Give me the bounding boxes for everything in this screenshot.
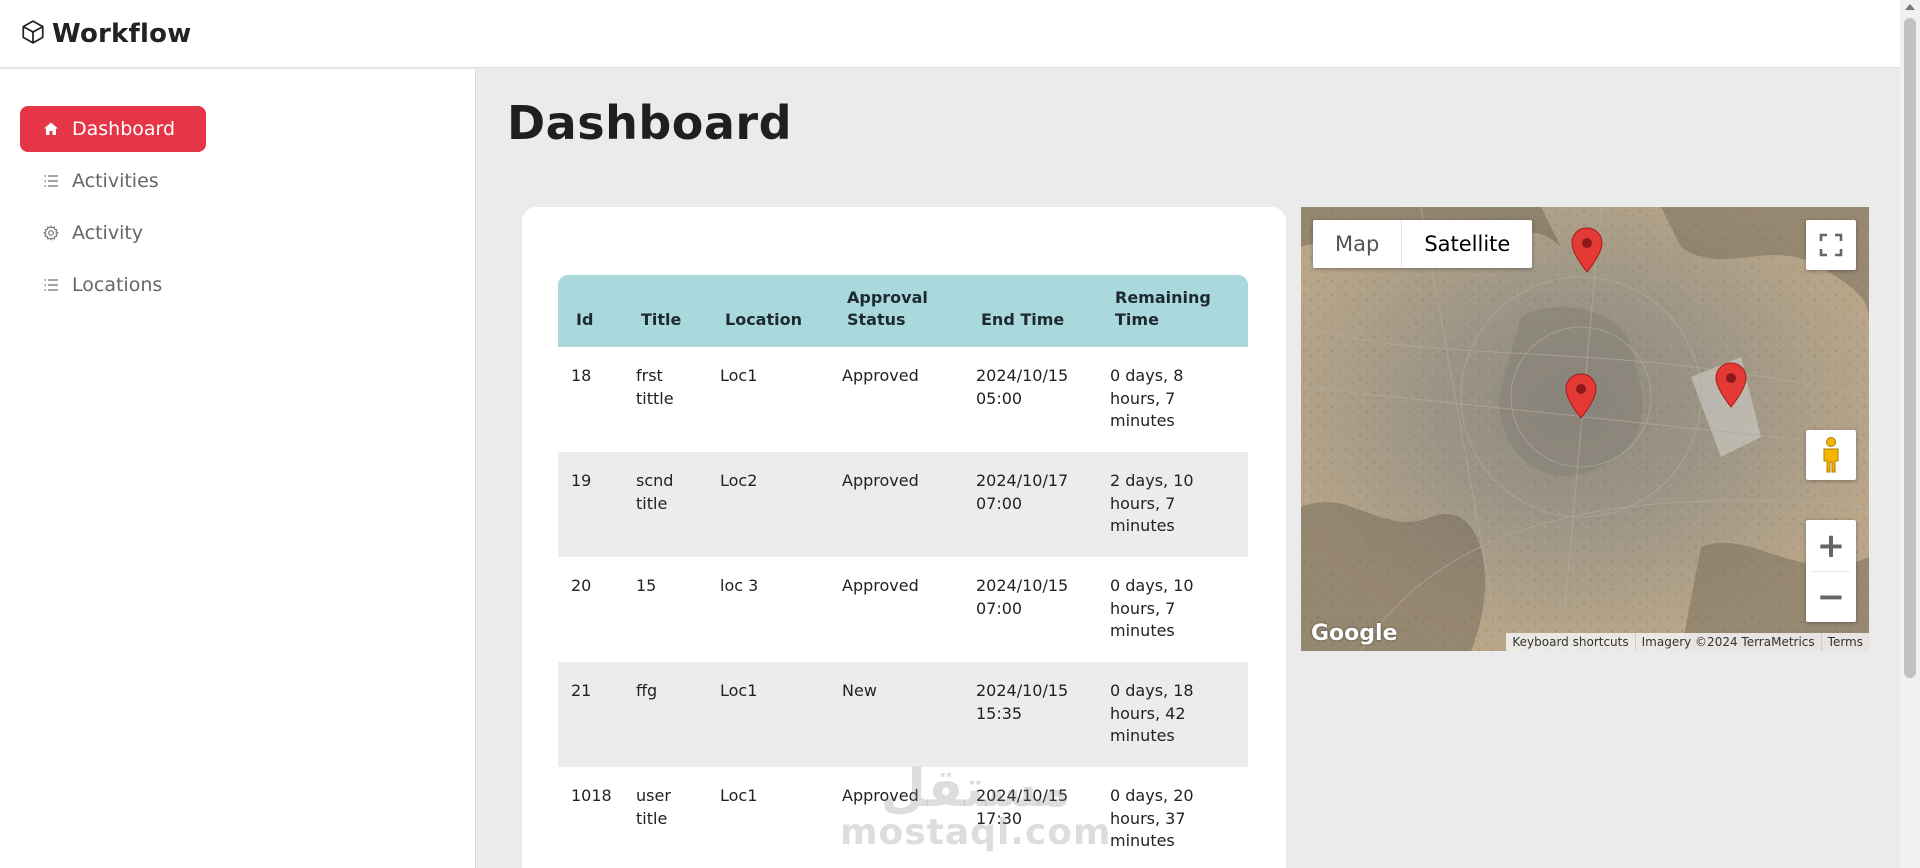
cell-id: 1018 bbox=[571, 786, 612, 805]
cell-id: 21 bbox=[558, 662, 623, 767]
sidebar-item-activity[interactable]: Activity bbox=[20, 210, 206, 256]
cell-title: user title bbox=[636, 786, 671, 828]
map-marker-pin[interactable] bbox=[1564, 373, 1598, 419]
zoom-in-button[interactable]: + bbox=[1806, 521, 1856, 571]
sidebar-item-activities[interactable]: Activities bbox=[20, 158, 206, 204]
table-row[interactable]: 18 frst tittle Loc1 Approved 2024/10/15 … bbox=[558, 347, 1248, 452]
home-icon bbox=[40, 118, 62, 140]
table-row[interactable]: 20 15 loc 3 Approved 2024/10/15 07:00 0 … bbox=[558, 557, 1248, 662]
column-header-title[interactable]: Title bbox=[623, 275, 707, 347]
fullscreen-button[interactable] bbox=[1806, 220, 1856, 270]
map-marker-pin[interactable] bbox=[1714, 362, 1748, 408]
page-title: Dashboard bbox=[507, 96, 793, 150]
street-view-pegman-button[interactable] bbox=[1806, 430, 1856, 480]
scroll-thumb[interactable] bbox=[1904, 18, 1916, 678]
cell-remaining-time: 0 days, 8 hours, 7 minutes bbox=[1110, 366, 1184, 430]
table-row[interactable]: 21 ffg Loc1 New 2024/10/15 15:35 0 days,… bbox=[558, 662, 1248, 767]
cell-id: 20 bbox=[571, 576, 592, 595]
column-header-location[interactable]: Location bbox=[707, 275, 829, 347]
watermark-latin: mostaql.com bbox=[840, 812, 1112, 853]
map-attribution: Keyboard shortcuts Imagery ©2024 TerraMe… bbox=[1506, 633, 1869, 651]
cell-title: 15 bbox=[636, 576, 657, 595]
cell-remaining-time: 2 days, 10 hours, 7 minutes bbox=[1097, 452, 1248, 557]
map-marker-pin[interactable] bbox=[1570, 227, 1604, 273]
cell-title: ffg bbox=[623, 662, 707, 767]
cell-id: 19 bbox=[558, 452, 623, 557]
sidebar-item-label: Locations bbox=[72, 274, 163, 296]
cell-end-time: 2024/10/15 05:00 bbox=[976, 366, 1069, 408]
zoom-control: + − bbox=[1806, 520, 1856, 622]
cell-approval-status: Approved bbox=[842, 366, 919, 385]
cell-remaining-time: 0 days, 18 hours, 42 minutes bbox=[1097, 662, 1248, 767]
brand[interactable]: Workflow bbox=[20, 19, 191, 49]
cell-location: Loc2 bbox=[707, 452, 829, 557]
cell-location: Loc1 bbox=[720, 786, 758, 805]
cell-approval-status: New bbox=[829, 662, 963, 767]
sidebar-item-locations[interactable]: Locations bbox=[20, 262, 206, 308]
cell-remaining-time: 0 days, 20 hours, 37 minutes bbox=[1110, 786, 1194, 850]
sidebar-item-label: Activities bbox=[72, 170, 159, 192]
cell-id: 18 bbox=[571, 366, 592, 385]
brand-name: Workflow bbox=[52, 18, 192, 49]
list-icon bbox=[40, 170, 62, 192]
cell-location: Loc1 bbox=[707, 662, 829, 767]
terms-link[interactable]: Terms bbox=[1820, 633, 1869, 651]
column-header-id[interactable]: Id bbox=[558, 275, 623, 347]
page-scrollbar[interactable] bbox=[1900, 0, 1920, 868]
cell-end-time: 2024/10/15 15:35 bbox=[963, 662, 1097, 767]
cell-title: frst tittle bbox=[636, 366, 674, 408]
sidebar-item-dashboard[interactable]: Dashboard bbox=[20, 106, 206, 152]
watermark-arabic: مستقل bbox=[880, 759, 1071, 819]
zoom-out-button[interactable]: − bbox=[1806, 572, 1856, 622]
map-type-toggle: Map Satellite bbox=[1313, 220, 1533, 268]
imagery-attribution: Imagery ©2024 TerraMetrics bbox=[1634, 633, 1821, 651]
cell-approval-status: Approved bbox=[829, 452, 963, 557]
list-icon bbox=[40, 274, 62, 296]
keyboard-shortcuts-link[interactable]: Keyboard shortcuts bbox=[1506, 633, 1634, 651]
column-header-approval-status[interactable]: Approval Status bbox=[829, 275, 963, 347]
sidebar-item-label: Dashboard bbox=[72, 118, 176, 140]
watermark: مستقل mostaql.com bbox=[840, 759, 1112, 853]
satellite-map[interactable]: Map Satellite + − Google Keyboard shortc… bbox=[1301, 207, 1869, 651]
cell-title: scnd title bbox=[623, 452, 707, 557]
gear-icon bbox=[40, 222, 62, 244]
sidebar: Dashboard Activities Activity Locations bbox=[0, 69, 476, 868]
cell-location: loc 3 bbox=[720, 576, 759, 595]
sidebar-item-label: Activity bbox=[72, 222, 144, 244]
column-header-remaining-time[interactable]: Remaining Time bbox=[1097, 275, 1248, 347]
table-header-row: Id Title Location Approval Status End Ti… bbox=[558, 275, 1248, 347]
table-row[interactable]: 19 scnd title Loc2 Approved 2024/10/17 0… bbox=[558, 452, 1248, 557]
cell-remaining-time: 0 days, 10 hours, 7 minutes bbox=[1110, 576, 1194, 640]
map-type-satellite-button[interactable]: Satellite bbox=[1401, 220, 1532, 268]
cell-approval-status: Approved bbox=[842, 576, 919, 595]
cell-end-time: 2024/10/15 07:00 bbox=[976, 576, 1069, 618]
map-type-map-button[interactable]: Map bbox=[1313, 220, 1401, 268]
scroll-up-arrow-icon[interactable] bbox=[1905, 4, 1915, 10]
pegman-icon bbox=[1823, 437, 1839, 473]
satellite-imagery[interactable] bbox=[1301, 207, 1869, 651]
google-logo[interactable]: Google bbox=[1311, 621, 1398, 646]
cell-location: Loc1 bbox=[720, 366, 758, 385]
cube-icon bbox=[20, 19, 46, 49]
fullscreen-icon bbox=[1819, 233, 1843, 257]
column-header-end-time[interactable]: End Time bbox=[963, 275, 1097, 347]
top-header: Workflow bbox=[0, 0, 1900, 68]
cell-end-time: 2024/10/17 07:00 bbox=[963, 452, 1097, 557]
